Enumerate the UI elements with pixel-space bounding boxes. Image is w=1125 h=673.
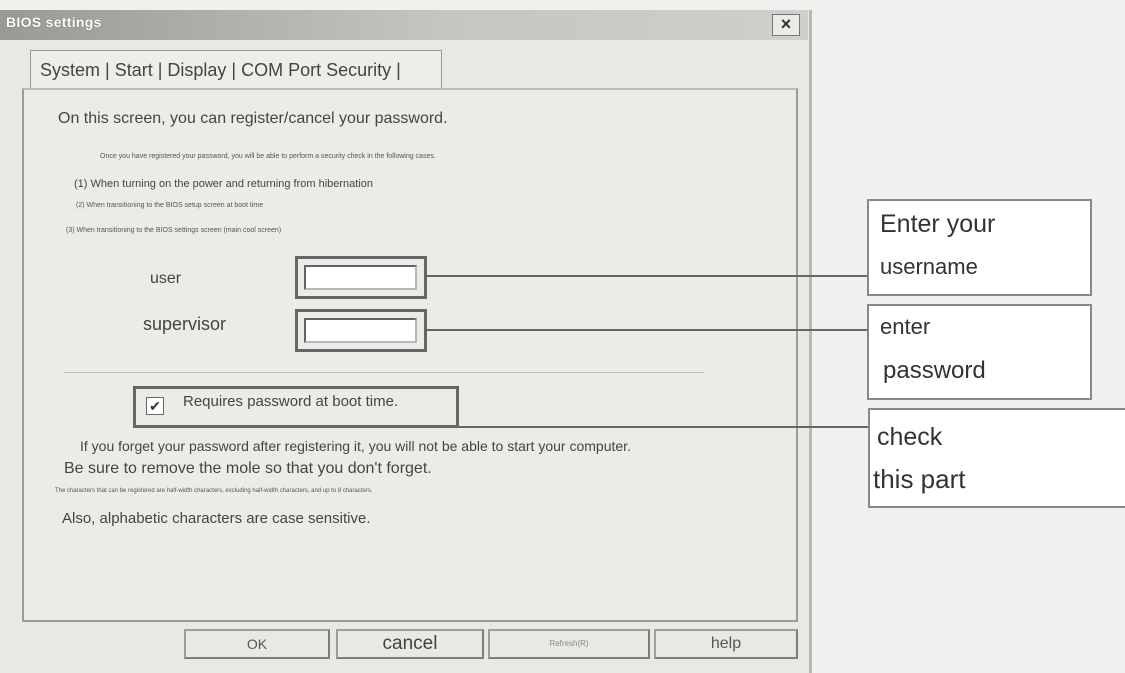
tab-labels[interactable]: System | Start | Display | COM Port Secu… (40, 60, 401, 81)
check-connector-line (459, 426, 868, 428)
characters-note: The characters that can be registered ar… (55, 488, 373, 494)
intro-text: On this screen, you can register/cancel … (58, 110, 448, 127)
callout-check-line2: this part (873, 464, 966, 494)
callout-password-line2: password (883, 357, 986, 384)
help-button[interactable]: help (654, 629, 798, 659)
callout-username-line2: username (880, 254, 978, 279)
cancel-button[interactable]: cancel (336, 629, 484, 659)
callout-check-line1: check (877, 423, 943, 451)
password-connector-line (427, 329, 867, 331)
window-title: BIOS settings (6, 14, 102, 30)
forget-warning: If you forget your password after regist… (80, 438, 631, 454)
case-3-text: (3) When transitioning to the BIOS setti… (66, 227, 282, 234)
security-panel (22, 88, 798, 622)
boot-password-checkbox[interactable]: ✔ (146, 397, 164, 415)
close-icon[interactable]: × (772, 14, 800, 36)
title-bar[interactable] (0, 10, 808, 40)
case-2-text: (2) When transitioning to the BIOS setup… (76, 202, 264, 209)
username-connector-line (427, 275, 867, 277)
case-1-text: (1) When turning on the power and return… (74, 178, 374, 190)
user-password-input[interactable] (304, 265, 417, 290)
ok-button[interactable]: OK (184, 629, 330, 659)
info-text: Once you have registered your password, … (100, 153, 436, 160)
case-sensitive-note: Also, alphabetic characters are case sen… (62, 510, 371, 527)
callout-password-line1: enter (880, 314, 931, 339)
user-label: user (150, 270, 182, 287)
divider (64, 372, 704, 373)
callout-username-line1: Enter your (880, 210, 996, 238)
boot-password-label[interactable]: Requires password at boot time. (183, 393, 398, 410)
supervisor-label: supervisor (143, 314, 227, 334)
remove-note: Be sure to remove the mole so that you d… (64, 460, 432, 477)
supervisor-password-input[interactable] (304, 318, 417, 343)
refresh-button[interactable]: Refresh(R) (488, 629, 650, 659)
